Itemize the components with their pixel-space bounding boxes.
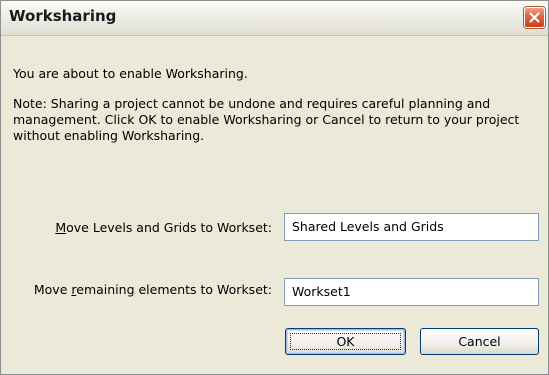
remaining-label-suffix: emaining elements to Workset: [76,282,272,297]
dialog-body: You are about to enable Worksharing. Not… [1,36,548,374]
close-x-icon [529,12,540,23]
levels-workset-field[interactable]: Shared Levels and Grids [284,213,539,241]
dialog-title: Worksharing [9,7,117,25]
title-bar[interactable]: Worksharing [1,1,548,36]
ok-button[interactable]: OK [285,328,406,355]
cancel-button[interactable]: Cancel [420,328,539,355]
remaining-label-prefix: Move [33,282,72,297]
remaining-workset-label: Move remaining elements to Workset: [21,282,272,298]
levels-label-mnemonic: M [55,220,67,235]
note-text: Note: Sharing a project cannot be undone… [13,96,520,143]
levels-label-text: ove Levels and Grids to Workset: [66,220,272,235]
remaining-workset-field[interactable]: Workset1 [284,278,539,306]
close-button[interactable] [524,7,545,28]
worksharing-dialog: Worksharing You are about to enable Work… [0,0,549,375]
cancel-button-label: Cancel [458,334,501,349]
levels-workset-label: Move Levels and Grids to Workset: [21,220,272,236]
ok-focus-ring [290,333,401,350]
intro-text: You are about to enable Worksharing. [13,66,248,81]
